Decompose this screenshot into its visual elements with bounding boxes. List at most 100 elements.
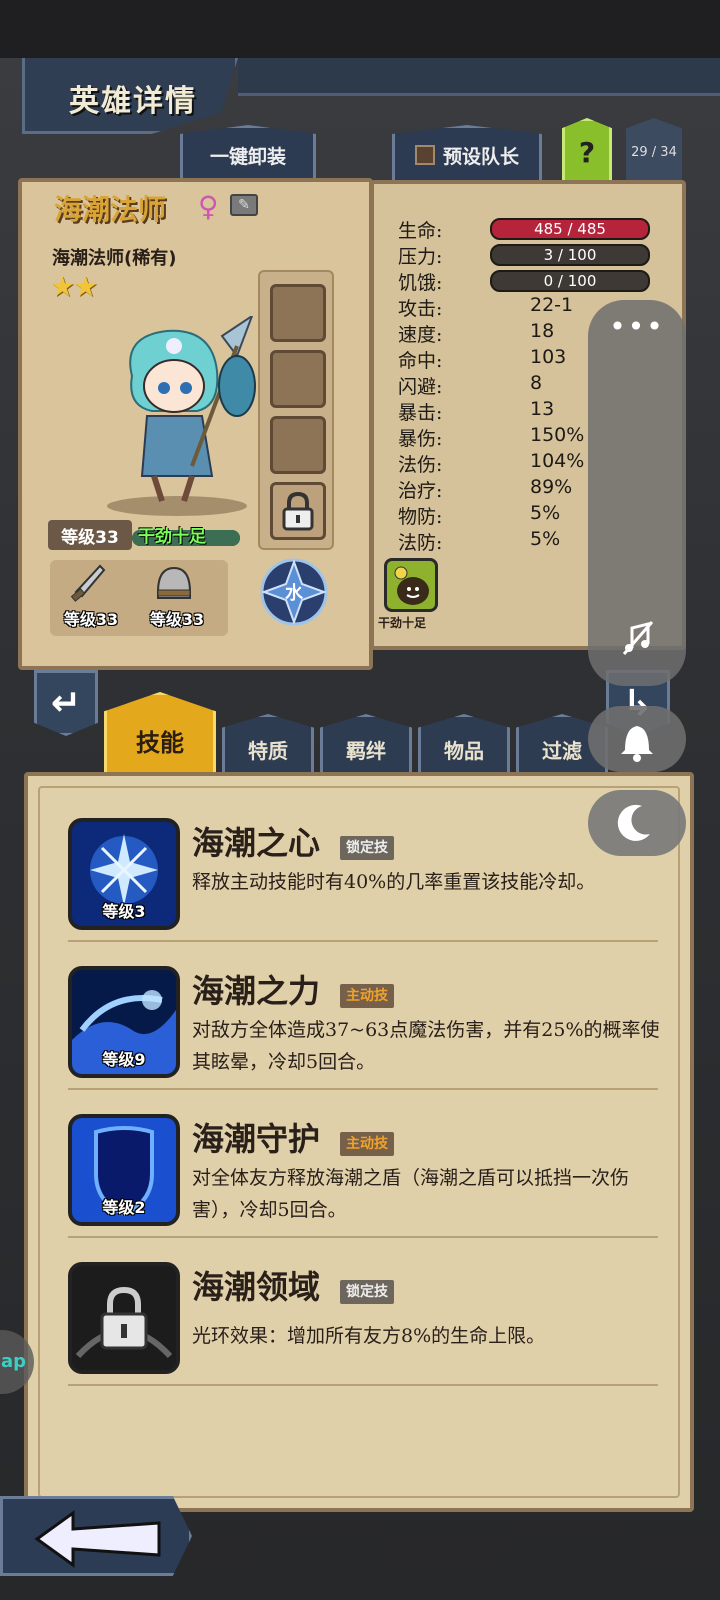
prev-hero-button[interactable]: ↵ xyxy=(34,670,98,736)
mood-status: 干劲十足 xyxy=(138,527,206,547)
rarity-stars: ★★ xyxy=(50,270,98,303)
element-label: 水 xyxy=(285,582,304,604)
top-strip xyxy=(238,58,720,96)
weapon-slot[interactable]: 等级33 xyxy=(50,560,130,636)
helmet-icon xyxy=(157,566,191,599)
skill-description: 释放主动技能时有40%的几率重置该技能冷却。 xyxy=(192,871,596,893)
stat-label: 生命: xyxy=(398,220,443,242)
hero-name: 海潮法师 xyxy=(54,193,167,226)
divider xyxy=(68,940,658,942)
skill-icon: 等级3 xyxy=(68,818,180,930)
floating-toolbar: ••• xyxy=(588,300,686,686)
stat-stress: 压力: 3 / 100 xyxy=(398,242,668,268)
page-title: 英雄详情 xyxy=(69,84,197,119)
trait-label: 干劲十足 xyxy=(378,616,427,630)
skill-item[interactable]: 等级9 海潮之力 主动技 对敌方全体造成37~63点魔法伤害，并有25%的概率使… xyxy=(68,966,660,1106)
skill-name: 海潮守护 xyxy=(192,1120,321,1158)
accessory-slot-1[interactable] xyxy=(270,284,326,342)
divider xyxy=(68,1384,658,1386)
skill-description: 对敌方全体造成37~63点魔法伤害，并有25%的概率使其眩晕，冷却5回合。 xyxy=(192,1019,660,1073)
accessory-slot-3[interactable] xyxy=(270,416,326,474)
skill-item[interactable]: 海潮领域 锁定技 光环效果：增加所有友方8%的生命上限。 xyxy=(68,1262,658,1402)
moon-icon xyxy=(617,804,650,841)
help-button[interactable]: ? xyxy=(562,118,612,186)
sword-icon xyxy=(70,564,106,602)
stat-value: 104% xyxy=(530,450,585,472)
stat-value: 150% xyxy=(530,424,585,446)
preset-leader-checkbox[interactable] xyxy=(414,145,435,165)
skill-item[interactable]: 等级2 海潮守护 主动技 对全体友方释放海潮之盾（海潮之盾可以抵挡一次伤害），冷… xyxy=(68,1114,658,1254)
skill-name: 海潮领域 xyxy=(192,1268,321,1306)
hero-class: 海潮法师(稀有) xyxy=(52,248,177,269)
skill-level: 等级3 xyxy=(102,902,146,921)
hp-bar: 485 / 485 xyxy=(490,218,650,240)
hunger-bar: 0 / 100 xyxy=(490,270,650,292)
preset-leader-label: 预设队长 xyxy=(442,145,519,168)
female-icon: ♀ xyxy=(198,190,219,223)
back-button[interactable] xyxy=(0,1496,192,1576)
skill-description: 光环效果：增加所有友方8%的生命上限。 xyxy=(192,1325,546,1347)
more-options-icon[interactable]: ••• xyxy=(588,310,686,343)
stat-label: 暴击: xyxy=(398,402,443,424)
lock-icon xyxy=(282,491,314,531)
equipment-panel: 等级33 等级33 xyxy=(50,560,228,636)
skill-item[interactable]: 等级3 海潮之心 锁定技 释放主动技能时有40%的几率重置该技能冷却。 xyxy=(68,818,658,958)
hero-level: 等级33 xyxy=(48,520,132,550)
armor-slot[interactable]: 等级33 xyxy=(136,560,216,636)
divider xyxy=(68,1088,658,1090)
trait-badge-icon[interactable] xyxy=(384,558,438,612)
stat-label: 治疗: xyxy=(398,480,443,502)
stat-hunger: 饥饿: 0 / 100 xyxy=(398,268,668,294)
music-off-icon[interactable] xyxy=(618,618,658,658)
unequip-all-button[interactable]: 一键卸装 xyxy=(180,125,316,185)
stat-value: 89% xyxy=(530,476,573,498)
stat-label: 攻击: xyxy=(398,298,443,320)
skill-description: 对全体友方释放海潮之盾（海潮之盾可以抵挡一次伤害），冷却5回合。 xyxy=(192,1167,630,1221)
skill-tag: 锁定技 xyxy=(340,1280,394,1304)
skill-icon: 等级9 xyxy=(68,966,180,1078)
skill-tag: 主动技 xyxy=(340,1132,394,1156)
skill-tag: 主动技 xyxy=(340,984,394,1008)
skill-level: 等级2 xyxy=(102,1198,146,1217)
accessory-slot-2[interactable] xyxy=(270,350,326,408)
skill-name: 海潮之力 xyxy=(192,972,321,1010)
skill-level: 等级9 xyxy=(102,1050,146,1069)
stat-value: 8 xyxy=(530,372,543,394)
stat-label: 闪避: xyxy=(398,376,443,398)
stress-bar: 3 / 100 xyxy=(490,244,650,266)
preset-leader-button[interactable]: 预设队长 xyxy=(392,125,542,185)
edit-name-icon[interactable]: ✎ xyxy=(230,194,258,216)
stat-label: 物防: xyxy=(398,506,443,528)
divider xyxy=(68,1236,658,1238)
stat-hp: 生命: 485 / 485 xyxy=(398,216,668,242)
stat-label: 暴伤: xyxy=(398,428,443,450)
hero-count: 29 / 34 xyxy=(626,118,682,186)
skill-tag: 锁定技 xyxy=(340,836,394,860)
hero-portrait xyxy=(107,316,256,516)
skills-panel: 等级3 海潮之心 锁定技 释放主动技能时有40%的几率重置该技能冷却。 等级9 … xyxy=(24,772,694,1512)
skill-name: 海潮之心 xyxy=(192,824,321,862)
water-element-icon: 水 xyxy=(260,558,328,626)
status-bar xyxy=(0,0,720,58)
stat-value: 5% xyxy=(530,502,561,524)
accessory-slots xyxy=(258,270,334,550)
armor-level: 等级33 xyxy=(149,610,205,629)
stat-label: 法防: xyxy=(398,532,443,554)
stat-label: 命中: xyxy=(398,350,443,372)
stat-label: 速度: xyxy=(398,324,443,346)
notification-button[interactable] xyxy=(588,706,686,772)
stat-value: 22-1 xyxy=(530,294,574,316)
weapon-level: 等级33 xyxy=(63,610,119,629)
locked-slot[interactable] xyxy=(270,482,326,540)
stat-label: 法伤: xyxy=(398,454,443,476)
dark-mode-button[interactable] xyxy=(588,790,686,856)
stat-label: 饥饿: xyxy=(398,272,443,294)
skill-icon xyxy=(68,1262,180,1374)
smiley-icon xyxy=(394,566,429,605)
stat-value: 5% xyxy=(530,528,561,550)
stat-value: 18 xyxy=(530,320,555,342)
hero-card: 海潮法师 ♀ ✎ 海潮法师(稀有) ★★ 等级33 干劲十足 等级33 等级33… xyxy=(18,178,373,670)
stat-value: 103 xyxy=(530,346,567,368)
lock-icon xyxy=(72,1266,176,1370)
bell-icon xyxy=(621,726,653,762)
